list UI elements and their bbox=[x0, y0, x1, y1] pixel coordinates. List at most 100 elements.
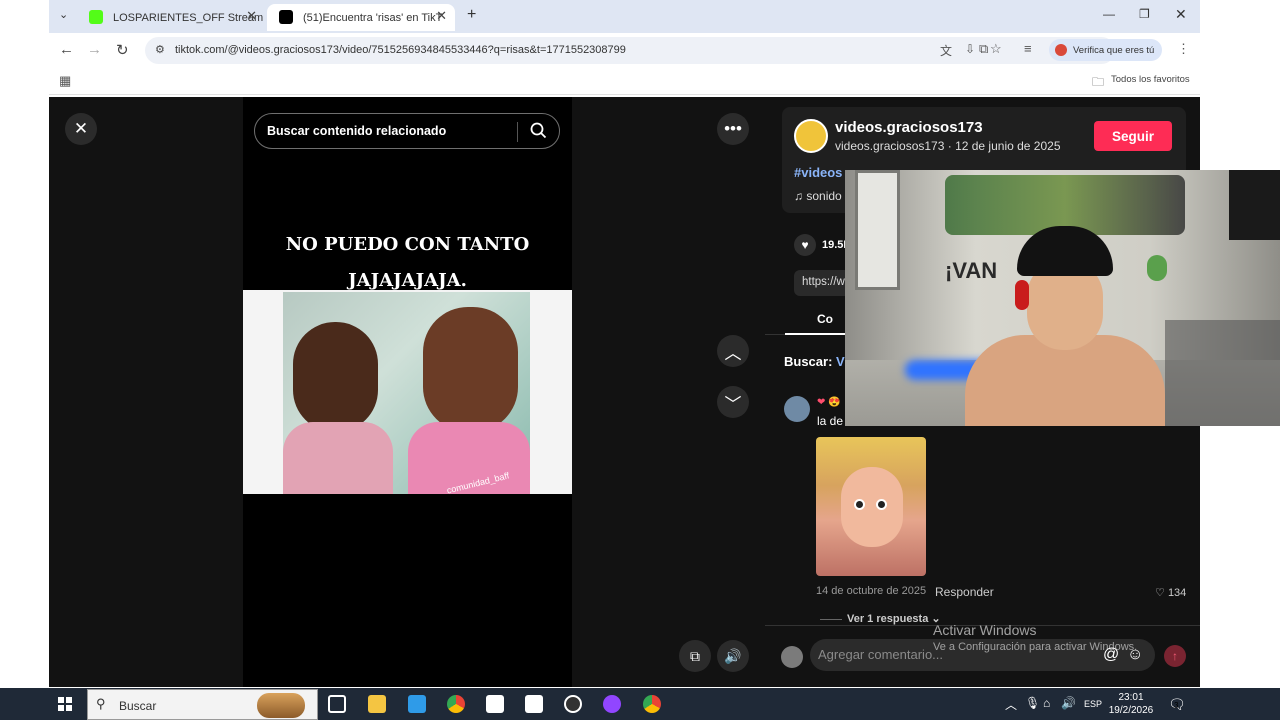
doll-eye bbox=[876, 499, 887, 510]
volume-button[interactable]: 🔊 bbox=[717, 640, 749, 672]
notification-icon[interactable]: 🗨 3 bbox=[1168, 696, 1186, 713]
chair bbox=[1165, 320, 1280, 426]
search-icon[interactable] bbox=[530, 122, 547, 142]
apps-grid-icon[interactable]: ▦ bbox=[59, 73, 71, 89]
chrome-icon[interactable] bbox=[447, 695, 465, 713]
volume-icon[interactable]: 🔊 bbox=[1061, 696, 1076, 710]
site-info-icon[interactable]: ⚙ bbox=[155, 43, 165, 56]
video-scene: comunidad_baff bbox=[283, 292, 530, 494]
hanging-shirt bbox=[1229, 170, 1280, 240]
user-avatar bbox=[781, 646, 803, 668]
media-icon[interactable]: ≡ bbox=[1024, 41, 1032, 56]
previous-video-button[interactable]: ︿ bbox=[717, 335, 749, 367]
bookmarks-bar: ▦ 🗀 Todos los favoritos bbox=[49, 67, 1200, 95]
tab-kick-stream[interactable]: LOSPARIENTES_OFF Stream - W ✕ bbox=[77, 4, 265, 31]
network-icon[interactable]: ⌂ bbox=[1043, 696, 1050, 710]
file-explorer-icon[interactable] bbox=[368, 695, 386, 713]
like-counter[interactable]: ♥ 19.5K bbox=[794, 234, 851, 256]
reload-button[interactable]: ↻ bbox=[116, 41, 129, 59]
all-bookmarks-link[interactable]: Todos los favoritos bbox=[1111, 74, 1190, 85]
chevron-up-icon[interactable]: ︿ bbox=[1005, 696, 1017, 713]
app-icon[interactable] bbox=[408, 695, 426, 713]
commenter-avatar[interactable] bbox=[784, 396, 810, 422]
bookmark-star-icon[interactable]: ☆ bbox=[990, 41, 1002, 57]
search-prefix: Buscar: bbox=[784, 354, 833, 369]
task-view-icon[interactable] bbox=[328, 695, 346, 713]
video-area: ✕ Buscar contenido relacionado ••• NO PU… bbox=[49, 97, 765, 687]
comment-image[interactable] bbox=[816, 437, 926, 576]
more-options-button[interactable]: ••• bbox=[717, 113, 749, 145]
person-right bbox=[423, 307, 518, 432]
reply-button[interactable]: Responder bbox=[935, 585, 994, 599]
close-video-button[interactable]: ✕ bbox=[65, 113, 97, 145]
screen: ⌄ LOSPARIENTES_OFF Stream - W ✕ (51)Encu… bbox=[0, 0, 1280, 720]
address-bar[interactable]: ⚙ tiktok.com/@videos.graciosos173/video/… bbox=[145, 37, 1115, 64]
author-subtitle: videos.graciosos173 · 12 de junio de 202… bbox=[835, 139, 1061, 153]
search-placeholder: Buscar contenido relacionado bbox=[267, 124, 447, 138]
kick-icon bbox=[89, 10, 103, 24]
menu-icon[interactable]: ⋮ bbox=[1177, 41, 1190, 57]
date: 19/2/2026 bbox=[1108, 705, 1154, 716]
follow-button[interactable]: Seguir bbox=[1094, 121, 1172, 151]
minimize-button[interactable]: — bbox=[1103, 7, 1115, 21]
taskbar-search-label: Buscar bbox=[119, 699, 157, 713]
person-left bbox=[293, 322, 378, 432]
close-icon[interactable]: ✕ bbox=[246, 8, 257, 24]
tab-title: LOSPARIENTES_OFF Stream - W bbox=[113, 11, 265, 24]
alien-drawing bbox=[1147, 255, 1167, 281]
related-search-input[interactable]: Buscar contenido relacionado bbox=[254, 113, 560, 149]
toolbar: ← → ↻ ⚙ tiktok.com/@videos.graciosos173/… bbox=[49, 33, 1200, 67]
divider bbox=[517, 122, 518, 142]
related-search[interactable]: Buscar: Vi bbox=[784, 354, 848, 369]
profile-button[interactable]: Verifica que eres tú bbox=[1049, 39, 1162, 61]
install-icon[interactable]: ⇩ bbox=[965, 42, 975, 56]
hashtag-link[interactable]: #videos bbox=[794, 165, 842, 180]
back-button[interactable]: ← bbox=[59, 41, 74, 58]
comment-like-count: 134 bbox=[1167, 587, 1187, 599]
headset bbox=[1015, 280, 1029, 310]
webcam-overlay: ¡VAN bbox=[845, 170, 1280, 426]
heart-outline-icon: ♡ bbox=[1155, 587, 1165, 599]
author-avatar[interactable] bbox=[794, 119, 828, 153]
video-frame: comunidad_baff bbox=[243, 290, 572, 494]
floating-player-button[interactable]: ⧉ bbox=[679, 640, 711, 672]
sound-link[interactable]: ♫ sonido bbox=[794, 189, 842, 203]
clock[interactable]: 23:01 19/2/2026 bbox=[1108, 691, 1154, 717]
send-button[interactable]: ↑ bbox=[1164, 645, 1186, 667]
view-replies-button[interactable]: Ver 1 respuesta ⌄ bbox=[847, 612, 941, 625]
heart-icon: ♥ bbox=[794, 234, 816, 256]
close-icon[interactable]: ✕ bbox=[436, 8, 447, 24]
video-caption: NO PUEDO CON TANTO JAJAJAJAJA. bbox=[243, 227, 572, 299]
twitch-icon[interactable] bbox=[603, 695, 621, 713]
divider bbox=[820, 619, 842, 620]
tab-comments[interactable]: Co bbox=[817, 312, 833, 326]
microphone-icon[interactable]: 🎙 bbox=[1025, 696, 1040, 710]
tab-tiktok[interactable]: (51)Encuentra 'risas' en TikT ✕ bbox=[267, 4, 455, 31]
close-window-button[interactable]: ✕ bbox=[1175, 6, 1187, 23]
commenter-name[interactable]: ❤ 😍 bbox=[817, 397, 841, 408]
windows-start-icon[interactable] bbox=[58, 697, 72, 711]
new-tab-button[interactable]: + bbox=[467, 6, 476, 24]
sound-label: sonido bbox=[806, 189, 842, 203]
extensions-icon[interactable]: ⧉ bbox=[979, 41, 988, 57]
chrome-icon[interactable] bbox=[643, 695, 661, 713]
translate-icon[interactable]: 文 bbox=[940, 42, 952, 59]
browser-window: ⌄ LOSPARIENTES_OFF Stream - W ✕ (51)Encu… bbox=[49, 0, 1200, 97]
obs-icon[interactable] bbox=[564, 695, 582, 713]
comment-like-button[interactable]: ♡ 134 bbox=[1155, 586, 1186, 599]
comment-text: la de bbox=[817, 414, 844, 428]
doll-eye bbox=[854, 499, 865, 510]
capcut-icon[interactable] bbox=[486, 695, 504, 713]
url-text: tiktok.com/@videos.graciosos173/video/75… bbox=[175, 44, 626, 56]
taskbar-search[interactable]: ⚲ Buscar bbox=[87, 689, 318, 720]
author-username[interactable]: videos.graciosos173 bbox=[835, 119, 983, 136]
forward-button[interactable]: → bbox=[87, 41, 102, 58]
capcut-icon[interactable] bbox=[525, 695, 543, 713]
restore-button[interactable]: ❐ bbox=[1139, 7, 1150, 21]
search-icon: ⚲ bbox=[96, 696, 106, 711]
next-video-button[interactable]: ﹀ bbox=[717, 386, 749, 418]
doll-face bbox=[841, 467, 903, 547]
language-indicator[interactable]: ESP bbox=[1084, 699, 1102, 709]
taskbar: ⚲ Buscar ︿ 🎙 ⌂ 🔊 ESP 23:01 19/2/2026 🗨 3 bbox=[0, 688, 1280, 720]
tab-search-icon[interactable]: ⌄ bbox=[59, 8, 68, 21]
